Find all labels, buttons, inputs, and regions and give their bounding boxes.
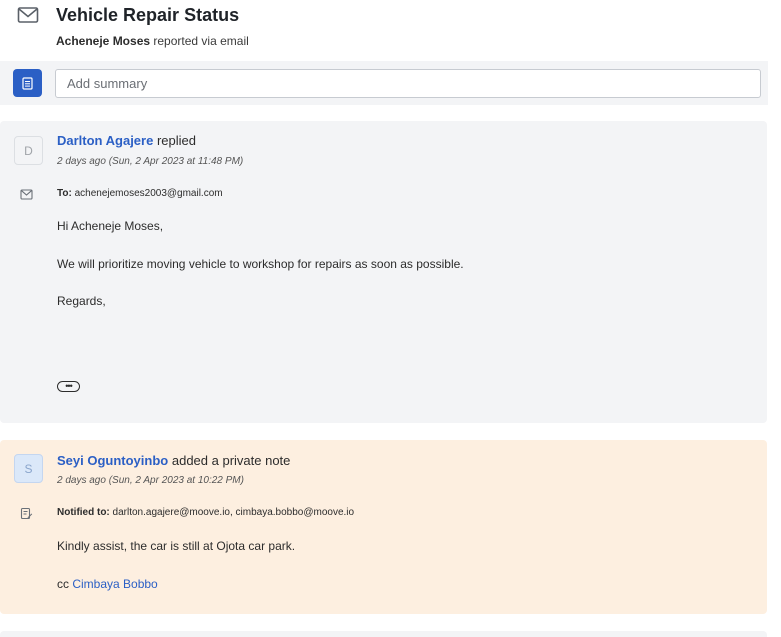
avatar: D — [14, 136, 43, 165]
note-cc-line: cc Cimbaya Bobbo — [57, 577, 158, 591]
cc-prefix: cc — [57, 577, 69, 591]
summary-button[interactable] — [13, 69, 42, 97]
envelope-icon — [20, 189, 33, 200]
to-label: To: — [57, 188, 72, 199]
avatar: S — [14, 454, 43, 483]
notified-value: darlton.agajere@moove.io, cimbaya.bobbo@… — [112, 507, 355, 518]
note-message: Kindly assist, the car is still at Ojota… — [57, 539, 296, 553]
reply-card: D Darlton Agajere replied 2 days ago (Su… — [0, 121, 767, 423]
reply-author[interactable]: Darlton Agajere — [57, 133, 153, 148]
to-value: achenejemoses2003@gmail.com — [74, 188, 223, 199]
next-card-edge — [0, 631, 767, 637]
reporter-line: Acheneje Moses reported via email — [56, 34, 249, 48]
summary-input[interactable] — [55, 69, 761, 98]
reply-recipients: To: achenejemoses2003@gmail.com — [57, 188, 223, 199]
reply-author-line: Darlton Agajere replied — [57, 133, 196, 148]
page-title: Vehicle Repair Status — [56, 5, 240, 25]
note-timestamp: 2 days ago (Sun, 2 Apr 2023 at 10:22 PM) — [57, 475, 244, 486]
note-author[interactable]: Seyi Oguntoyinbo — [57, 453, 168, 468]
document-icon — [22, 76, 33, 90]
note-action: added a private note — [171, 453, 291, 468]
note-notified: Notified to: darlton.agajere@moove.io, c… — [57, 507, 354, 518]
private-note-card: S Seyi Oguntoyinbo added a private note … — [0, 440, 767, 614]
ticket-header: Vehicle Repair Status Acheneje Moses rep… — [0, 0, 768, 105]
show-more-button[interactable]: ••• — [57, 381, 80, 392]
reply-greeting: Hi Acheneje Moses, — [57, 219, 164, 233]
reply-message: We will prioritize moving vehicle to wor… — [57, 257, 464, 271]
reply-closing: Regards, — [57, 294, 106, 308]
reply-action: replied — [156, 133, 196, 148]
cc-mention-link[interactable]: Cimbaya Bobbo — [72, 577, 157, 591]
reporter-suffix: reported via email — [153, 34, 249, 48]
reporter-name[interactable]: Acheneje Moses — [56, 34, 150, 48]
note-author-line: Seyi Oguntoyinbo added a private note — [57, 453, 290, 468]
reply-timestamp: 2 days ago (Sun, 2 Apr 2023 at 11:48 PM) — [57, 156, 244, 167]
envelope-icon — [17, 7, 39, 23]
notified-label: Notified to: — [57, 507, 110, 518]
note-edit-icon — [20, 507, 33, 520]
